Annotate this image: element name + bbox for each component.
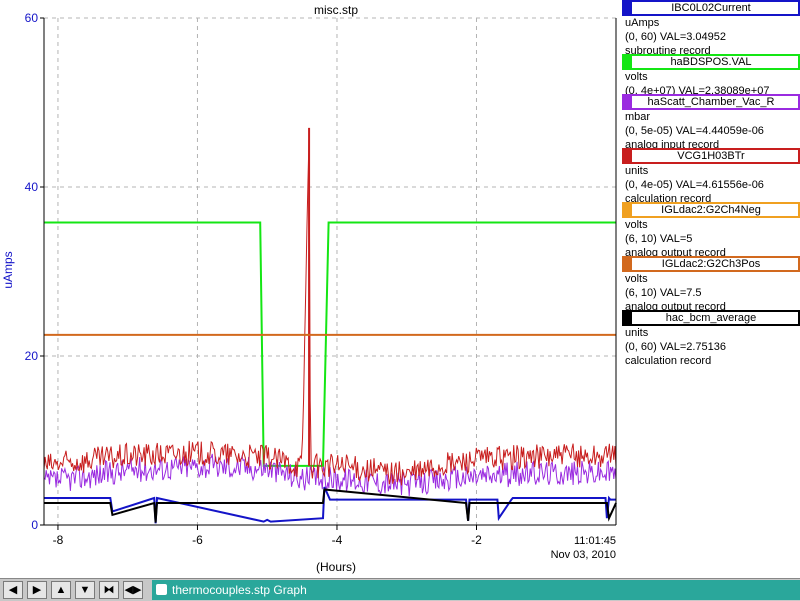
x-tick-label: -8 <box>53 533 64 547</box>
y-tick-label: 20 <box>25 349 39 363</box>
legend-units: mbar <box>625 111 651 123</box>
legend-pv-name[interactable]: haBDSPOS.VAL <box>622 54 800 70</box>
legend-units: volts <box>625 71 648 83</box>
legend-range: (6, 10) VAL=5 <box>625 233 693 245</box>
legend: IBC0L02Current uAmps (0, 60) VAL=3.04952 su… <box>620 0 800 370</box>
series-layer <box>43 127 617 524</box>
legend-pv-name[interactable]: IBC0L02Current <box>622 0 800 16</box>
arrow-left-icon[interactable]: ◀ <box>3 581 23 599</box>
y-axis-label: uAmps <box>1 251 15 288</box>
legend-range: (0, 5e-05) VAL=4.44059e-06 <box>625 125 764 137</box>
series-line-ibc0l02current <box>44 486 616 524</box>
window-icon <box>156 584 167 595</box>
x-tick-label: -2 <box>471 533 482 547</box>
x-tick-label: -6 <box>192 533 203 547</box>
legend-units: units <box>625 165 649 177</box>
legend-range: (0, 4e-05) VAL=4.61556e-06 <box>625 179 764 191</box>
arrow-right-icon[interactable]: ▶ <box>27 581 47 599</box>
shrink-horizontal-icon[interactable]: ⧓ <box>99 581 119 599</box>
legend-pv-name[interactable]: IGLdac2:G2Ch4Neg <box>622 202 800 218</box>
legend-color-swatch <box>624 204 632 216</box>
arrow-down-icon[interactable]: ▼ <box>75 581 95 599</box>
taskbar: ◀ ▶ ▲ ▼ ⧓ ◀▶ thermocouples.stp Graph <box>0 578 800 601</box>
y-tick-label: 40 <box>25 180 39 194</box>
legend-range: (0, 60) VAL=3.04952 <box>625 31 727 43</box>
legend-color-swatch <box>624 312 632 324</box>
legend-pv-name[interactable]: IGLdac2:G2Ch3Pos <box>622 256 800 272</box>
legend-range: (6, 10) VAL=7.5 <box>625 287 702 299</box>
legend-record: calculation record <box>625 355 712 367</box>
legend-color-swatch <box>624 96 632 108</box>
grid <box>44 17 616 525</box>
expand-horizontal-icon[interactable]: ◀▶ <box>123 581 143 599</box>
series-line-vcg1h03btr <box>43 134 617 486</box>
legend-units: volts <box>625 219 648 231</box>
y-tick-label: 60 <box>25 11 39 25</box>
legend-pv-name[interactable]: hac_bcm_average <box>622 310 800 326</box>
legend-color-swatch <box>624 258 632 270</box>
task-button[interactable]: thermocouples.stp Graph <box>152 580 800 600</box>
chart-title: misc.stp <box>314 3 358 17</box>
legend-units: uAmps <box>625 17 660 29</box>
legend-units: volts <box>625 273 648 285</box>
legend-range: (0, 60) VAL=2.75136 <box>625 341 727 353</box>
legend-units: units <box>625 327 649 339</box>
timestamp-time: 11:01:45 <box>574 535 616 547</box>
y-tick-label: 0 <box>31 518 38 532</box>
legend-pv-name[interactable]: VCG1H03BTr <box>622 148 800 164</box>
legend-color-swatch <box>624 150 632 162</box>
legend-pv-name[interactable]: haScatt_Chamber_Vac_R <box>622 94 800 110</box>
task-label: thermocouples.stp Graph <box>172 583 307 597</box>
legend-color-swatch <box>624 56 632 68</box>
legend-color-swatch <box>624 2 632 14</box>
x-tick-label: -4 <box>332 533 343 547</box>
timestamp-date: Nov 03, 2010 <box>551 549 616 561</box>
arrow-up-icon[interactable]: ▲ <box>51 581 71 599</box>
x-axis-label: (Hours) <box>316 560 356 574</box>
series-line-habdspos-val <box>44 221 616 467</box>
